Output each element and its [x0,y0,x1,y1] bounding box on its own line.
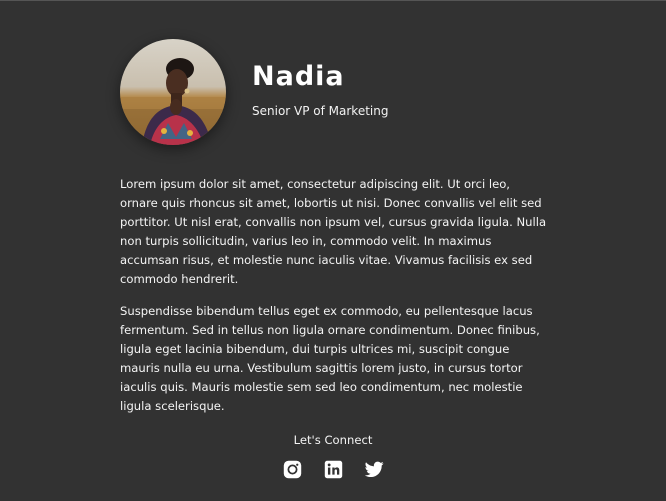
profile-card: Nadia Senior VP of Marketing Lorem ipsum… [120,39,548,429]
social-links [0,460,666,479]
profile-title: Senior VP of Marketing [252,103,389,118]
profile-name: Nadia [252,60,345,92]
bio: Lorem ipsum dolor sit amet, consectetur … [120,175,548,416]
linkedin-icon [324,460,342,479]
linkedin-link[interactable] [324,460,343,479]
twitter-link[interactable] [364,460,384,479]
instagram-link[interactable] [283,460,302,479]
connect-title: Let's Connect [293,433,373,447]
identity: Nadia Senior VP of Marketing [252,60,388,119]
avatar-image [120,39,226,145]
profile-header: Nadia Senior VP of Marketing [120,39,548,145]
bio-paragraph-2: Suspendisse bibendum tellus eget ex comm… [120,304,540,413]
twitter-icon [364,461,384,478]
connect-section: Let's Connect [0,432,666,479]
avatar [120,39,226,145]
top-divider [0,0,666,1]
bio-paragraph-1: Lorem ipsum dolor sit amet, consectetur … [120,177,547,286]
instagram-icon [283,460,301,479]
